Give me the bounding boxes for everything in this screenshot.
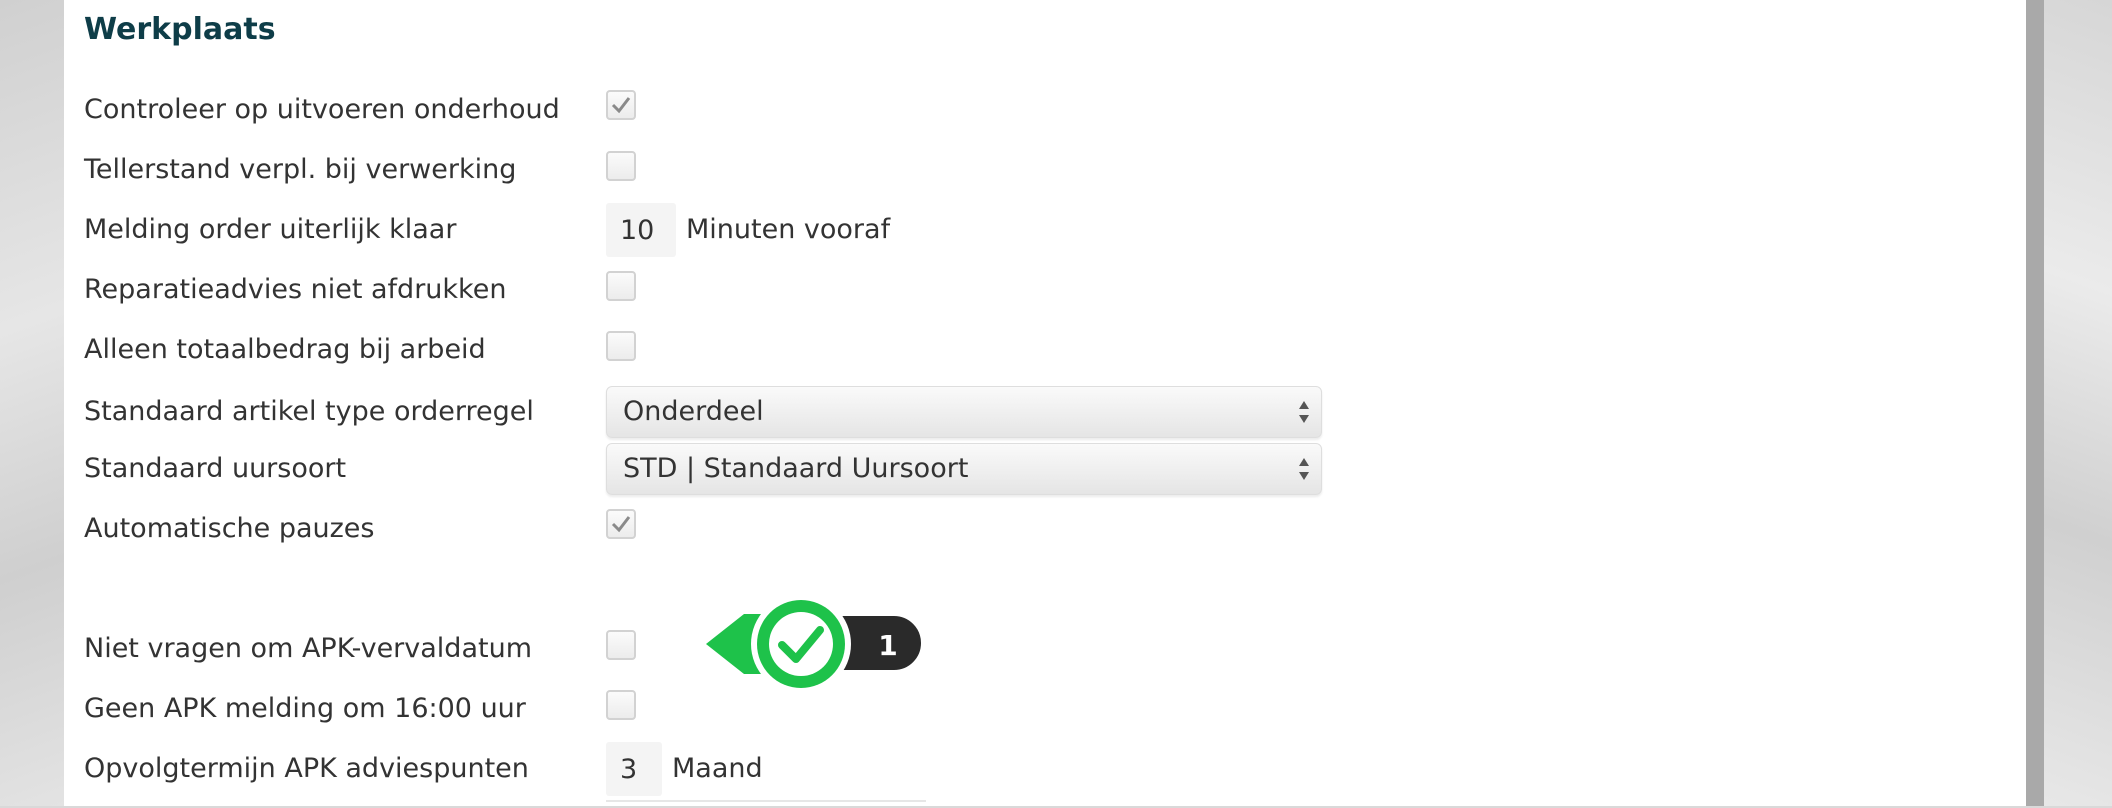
next-field-edge (606, 800, 926, 808)
select-default-hour-type[interactable]: STD | Standaard Uursoort (606, 443, 1322, 495)
select-arrows-icon (1299, 458, 1309, 480)
select-default-article-type-value: Onderdeel (623, 396, 764, 427)
step-badge-graphic: 1 (706, 594, 923, 694)
checkbox-no-apk-expiry-prompt[interactable] (606, 630, 636, 660)
step-number: 1 (878, 629, 897, 662)
step-badge[interactable]: 1 (706, 588, 926, 698)
label-order-ready-notice: Melding order uiterlijk klaar (84, 214, 457, 245)
settings-panel: Werkplaats Controleer op uitvoeren onder… (64, 0, 2026, 806)
checkbox-automatic-breaks[interactable] (606, 509, 636, 539)
label-apk-followup-term: Opvolgtermijn APK adviespunten (84, 753, 529, 784)
checkmark-icon (611, 516, 631, 533)
label-no-apk-notice: Geen APK melding om 16:00 uur (84, 693, 526, 724)
checkbox-odometer-required[interactable] (606, 151, 636, 181)
label-no-print-repair-advice: Reparatieadvies niet afdrukken (84, 274, 507, 305)
checkbox-no-print-repair-advice[interactable] (606, 271, 636, 301)
checkbox-no-apk-notice[interactable] (606, 690, 636, 720)
label-automatic-breaks: Automatische pauzes (84, 513, 375, 544)
page-scrollbar[interactable] (2026, 0, 2044, 806)
label-default-hour-type: Standaard uursoort (84, 453, 347, 484)
select-default-article-type[interactable]: Onderdeel (606, 386, 1322, 438)
label-total-only-labor: Alleen totaalbedrag bij arbeid (84, 334, 486, 365)
apk-followup-term-input[interactable] (606, 742, 662, 796)
checkbox-check-maintenance[interactable] (606, 90, 636, 120)
apk-followup-unit: Maand (672, 753, 763, 784)
label-odometer-required: Tellerstand verpl. bij verwerking (84, 154, 517, 185)
label-check-maintenance: Controleer op uitvoeren onderhoud (84, 94, 560, 125)
order-ready-minutes-input[interactable] (606, 203, 676, 257)
section-title: Werkplaats (84, 12, 276, 47)
label-default-article-type: Standaard artikel type orderregel (84, 396, 534, 427)
select-arrows-icon (1299, 401, 1309, 423)
checkmark-icon (611, 97, 631, 114)
select-default-hour-type-value: STD | Standaard Uursoort (623, 453, 969, 484)
label-no-apk-expiry-prompt: Niet vragen om APK-vervaldatum (84, 633, 532, 664)
order-ready-unit: Minuten vooraf (686, 214, 891, 245)
background-left (0, 0, 64, 806)
checkbox-total-only-labor[interactable] (606, 331, 636, 361)
